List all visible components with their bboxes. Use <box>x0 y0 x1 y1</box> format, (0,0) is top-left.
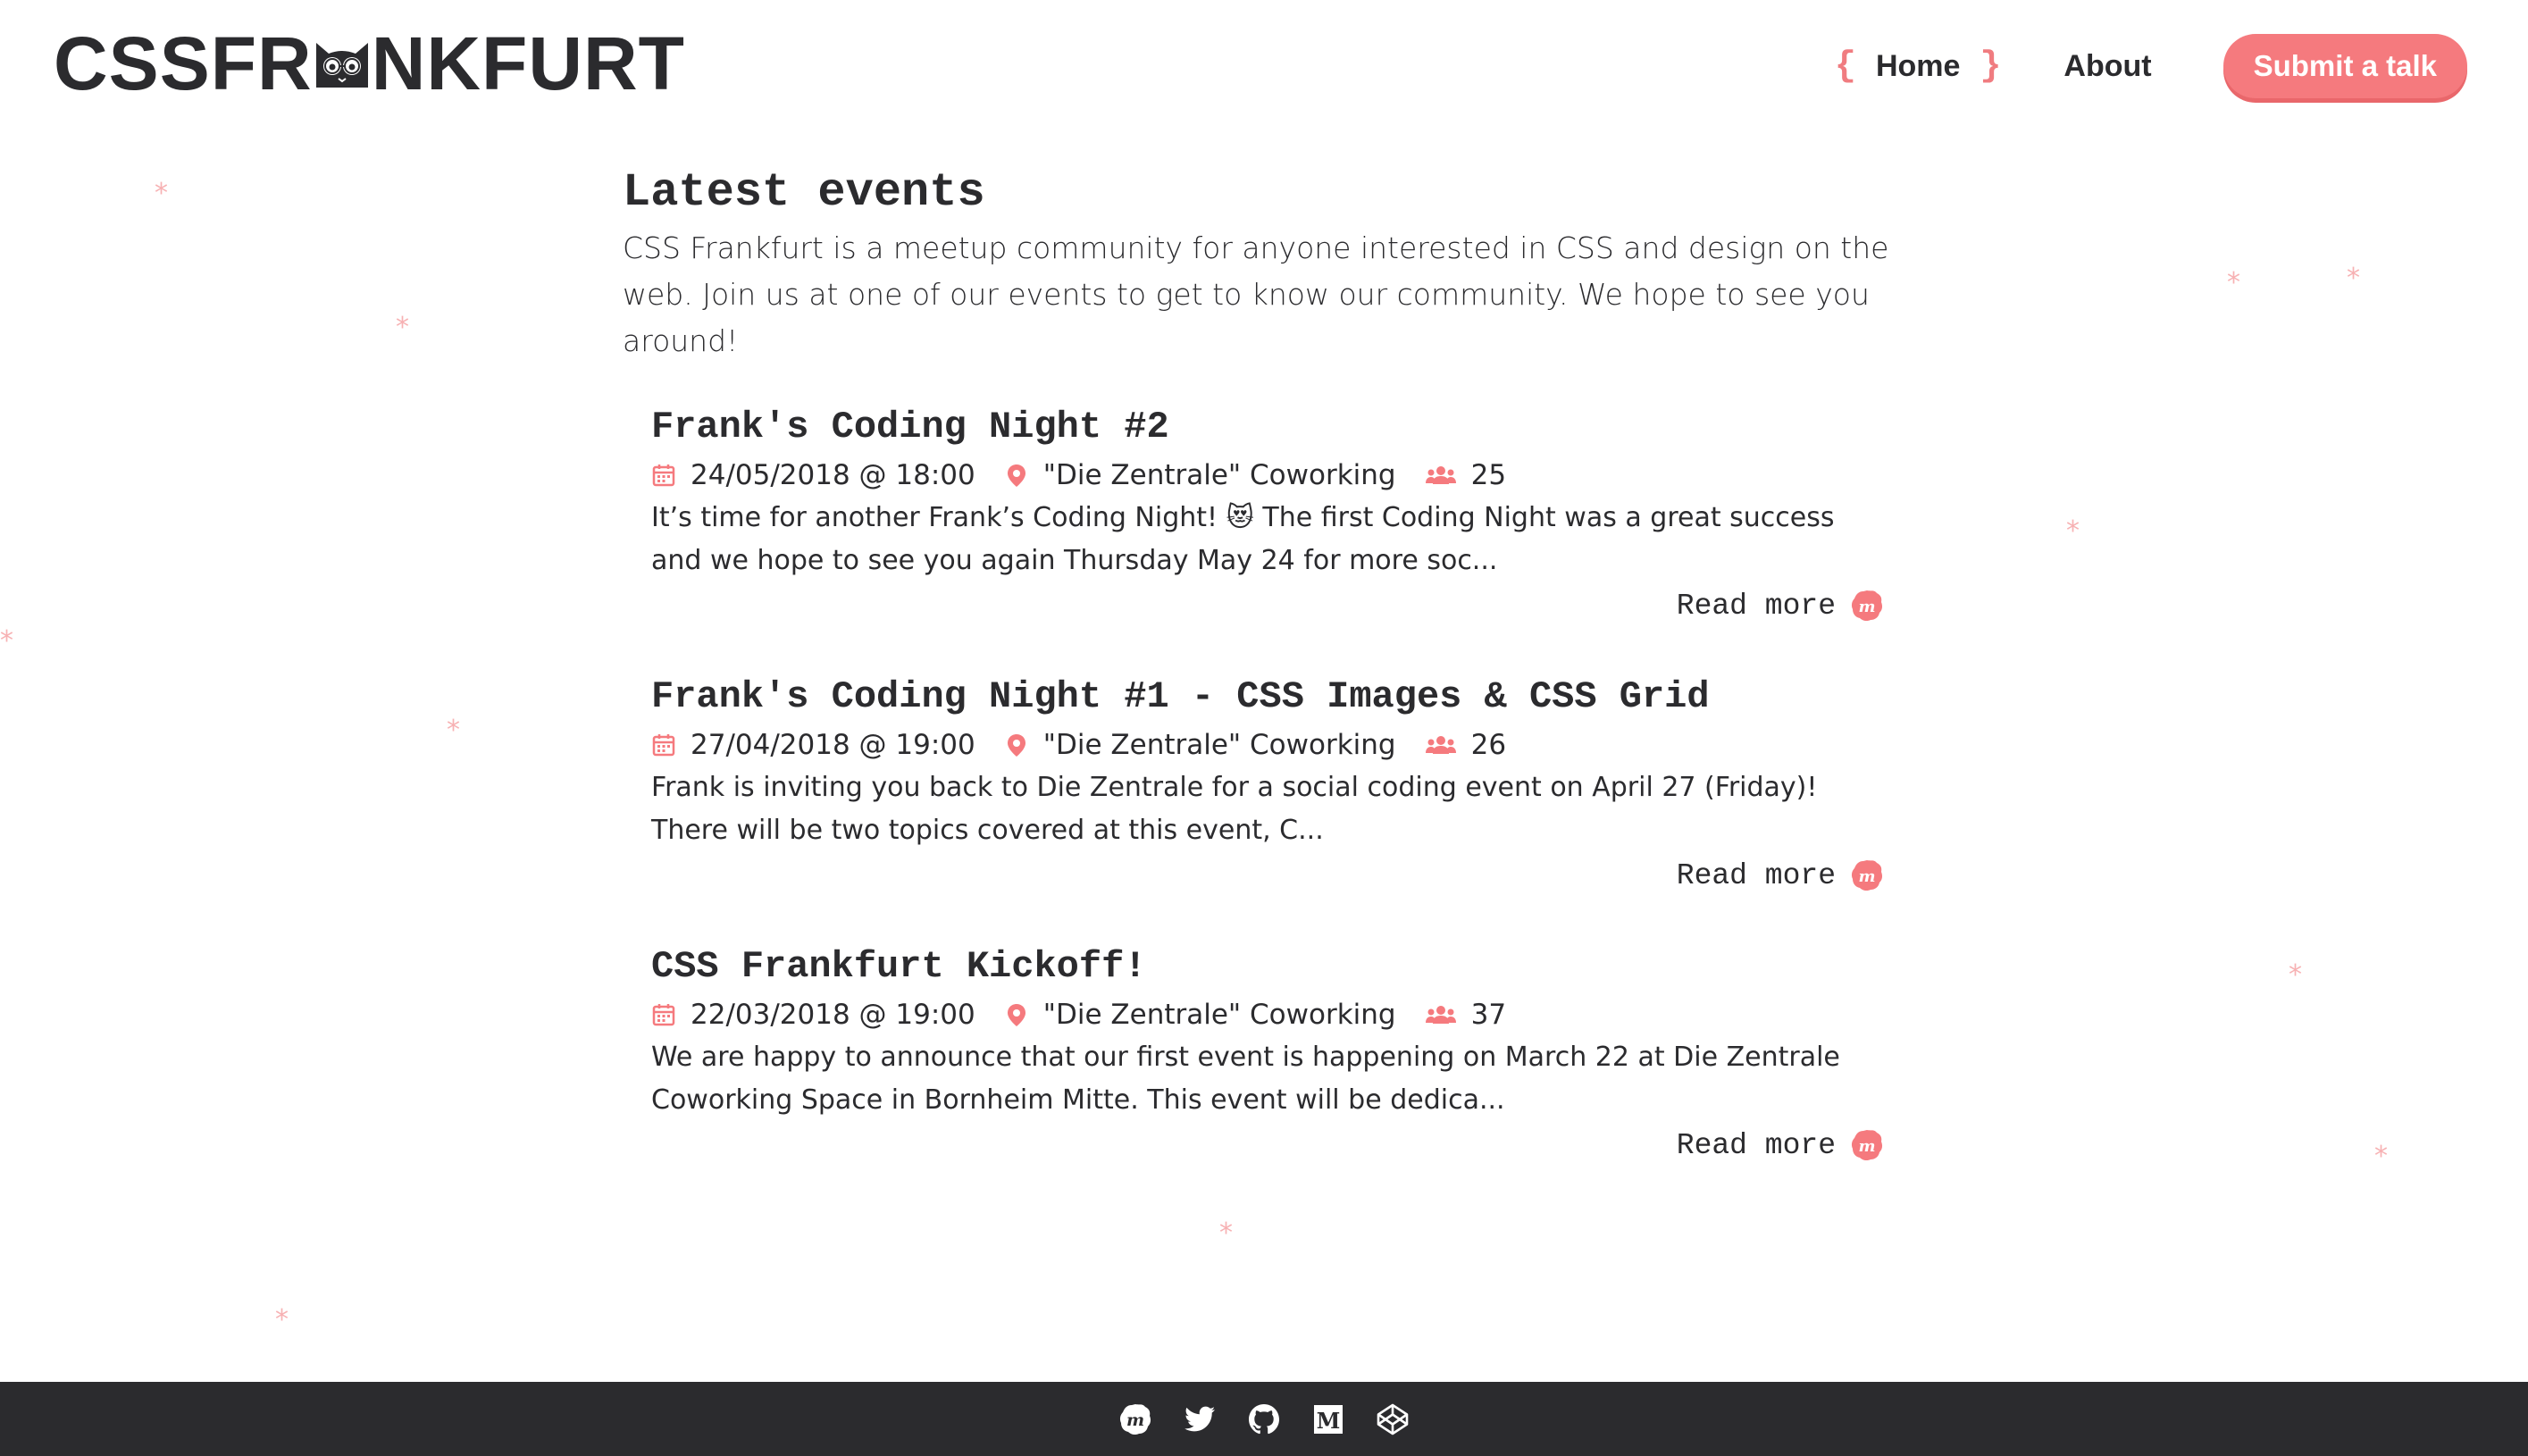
svg-text:m: m <box>1858 867 1875 886</box>
meetup-icon: m <box>1119 1403 1151 1435</box>
meetup-link[interactable]: m <box>1118 1402 1153 1437</box>
brace-open-decoration: { <box>1834 46 1856 87</box>
event-meta: 24/05/2018 @ 18:00 "Die Zentrale" Cowork… <box>651 454 1902 497</box>
meetup-icon: m <box>1851 1130 1883 1161</box>
event-card: Frank's Coding Night #2 24/05/2018 @ 18:… <box>651 400 1902 629</box>
intro-text: CSS Frankfurt is a meetup community for … <box>623 230 1889 358</box>
read-more-link[interactable]: Read more m <box>1677 858 1884 892</box>
group-icon <box>1425 466 1456 484</box>
event-attendees-count: 26 <box>1470 729 1507 761</box>
event-date: 27/04/2018 @ 19:00 <box>651 729 975 761</box>
calendar-icon <box>652 464 675 487</box>
svg-text:m: m <box>1858 1137 1875 1156</box>
event-attendees: 26 <box>1425 729 1506 761</box>
event-description: It’s time for another Frank’s Coding Nig… <box>651 502 1835 576</box>
event-description: We are happy to announce that our first … <box>651 1042 1840 1116</box>
read-more-row: Read more m <box>651 1122 1884 1168</box>
medium-link[interactable]: M <box>1310 1402 1346 1437</box>
event-date-text: 24/05/2018 @ 18:00 <box>691 459 975 491</box>
meetup-icon: m <box>1851 590 1883 622</box>
nav-home-label: Home <box>1875 48 1961 83</box>
main-nav: { Home } About Submit a talk <box>1835 30 2467 102</box>
event-title: CSS Frankfurt Kickoff! <box>651 945 1147 988</box>
page-title: Latest events <box>623 166 985 219</box>
submit-talk-button[interactable]: Submit a talk <box>2222 34 2467 98</box>
calendar-icon <box>652 1004 675 1026</box>
event-list: Frank's Coding Night #2 24/05/2018 @ 18:… <box>623 400 1902 1168</box>
event-description: Frank is inviting you back to Die Zentra… <box>651 772 1818 846</box>
codepen-link[interactable] <box>1375 1402 1410 1437</box>
map-pin-icon <box>1007 1004 1025 1026</box>
event-location: "Die Zentrale" Coworking <box>1004 729 1396 761</box>
map-pin-icon <box>1007 734 1025 757</box>
star-decoration: * <box>2374 1141 2388 1172</box>
logo-text-right: NKFURT <box>371 21 685 105</box>
event-attendees-count: 37 <box>1470 999 1507 1031</box>
read-more-row: Read more m <box>651 852 1884 899</box>
star-decoration: * <box>2227 267 2240 298</box>
event-location: "Die Zentrale" Coworking <box>1004 459 1396 491</box>
event-attendees: 37 <box>1425 999 1506 1031</box>
codepen-icon <box>1377 1403 1409 1435</box>
event-location-text: "Die Zentrale" Coworking <box>1042 459 1396 491</box>
star-decoration: * <box>2347 263 2360 294</box>
event-title: Frank's Coding Night #2 <box>651 406 1169 448</box>
nav-home-link[interactable]: { Home } <box>1835 46 2002 87</box>
star-decoration: * <box>447 715 460 746</box>
event-location: "Die Zentrale" Coworking <box>1004 999 1396 1031</box>
read-more-link[interactable]: Read more m <box>1677 1128 1884 1162</box>
star-decoration: * <box>155 178 168 209</box>
event-card: CSS Frankfurt Kickoff! 22/03/2018 @ 19:0… <box>651 940 1902 1168</box>
site-logo[interactable]: CSSFR NKFURT <box>54 20 685 107</box>
twitter-link[interactable] <box>1182 1402 1218 1437</box>
brace-close-decoration: } <box>1980 46 2002 87</box>
github-link[interactable] <box>1246 1402 1282 1437</box>
calendar-icon <box>652 734 675 757</box>
site-footer: m M <box>0 1382 2528 1456</box>
meetup-icon: m <box>1851 860 1883 891</box>
event-location-text: "Die Zentrale" Coworking <box>1042 999 1396 1031</box>
event-date-text: 22/03/2018 @ 19:00 <box>691 999 975 1031</box>
map-pin-icon <box>1007 464 1025 487</box>
logo-text-left: CSSFR <box>54 21 313 105</box>
event-date: 24/05/2018 @ 18:00 <box>651 459 975 491</box>
github-icon <box>1249 1403 1279 1434</box>
read-more-label: Read more <box>1676 1128 1836 1162</box>
main-content: Latest events CSS Frankfurt is a meetup … <box>623 161 1900 1209</box>
event-meta: 27/04/2018 @ 19:00 "Die Zentrale" Cowork… <box>651 724 1902 766</box>
event-location-text: "Die Zentrale" Coworking <box>1042 729 1396 761</box>
cat-logo-icon <box>315 43 368 88</box>
event-date: 22/03/2018 @ 19:00 <box>651 999 975 1031</box>
event-card: Frank's Coding Night #1 - CSS Images & C… <box>651 670 1902 899</box>
read-more-label: Read more <box>1676 589 1836 623</box>
star-decoration: * <box>2066 515 2080 547</box>
medium-icon: M <box>1314 1404 1343 1434</box>
group-icon <box>1425 736 1456 754</box>
star-decoration: * <box>1219 1218 1233 1249</box>
event-attendees: 25 <box>1425 459 1506 491</box>
group-icon <box>1425 1006 1456 1024</box>
event-attendees-count: 25 <box>1470 459 1507 491</box>
svg-text:M: M <box>1317 1408 1341 1434</box>
star-decoration: * <box>396 312 409 343</box>
svg-text:m: m <box>1126 1410 1144 1430</box>
site-header: CSSFR NKFURT { Home } About Submit a tal… <box>0 0 2528 134</box>
event-meta: 22/03/2018 @ 19:00 "Die Zentrale" Cowork… <box>651 993 1902 1036</box>
event-title: Frank's Coding Night #1 - CSS Images & C… <box>651 675 1710 718</box>
svg-text:m: m <box>1858 598 1875 616</box>
star-decoration: * <box>275 1304 289 1335</box>
star-decoration: * <box>0 625 13 657</box>
read-more-row: Read more m <box>651 582 1884 629</box>
nav-about-link[interactable]: About <box>2063 49 2151 84</box>
read-more-link[interactable]: Read more m <box>1677 589 1884 623</box>
star-decoration: * <box>2289 959 2302 991</box>
read-more-label: Read more <box>1676 858 1836 892</box>
event-date-text: 27/04/2018 @ 19:00 <box>691 729 975 761</box>
twitter-icon <box>1184 1406 1215 1431</box>
